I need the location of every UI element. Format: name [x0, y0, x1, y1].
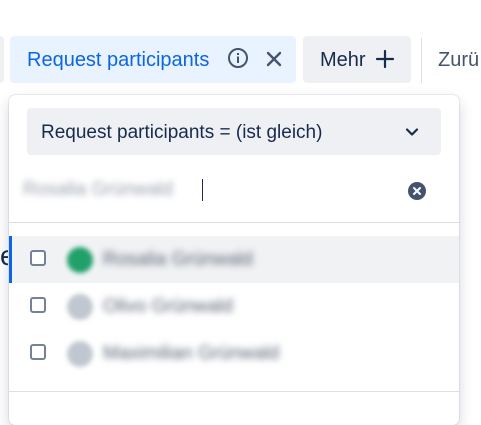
option-checkbox[interactable]	[30, 297, 46, 313]
avatar	[67, 247, 93, 273]
filter-chip-label: Request participants	[27, 49, 210, 71]
previous-filter-chip[interactable]	[0, 36, 4, 83]
operator-select-value: Request participants = (ist gleich)	[41, 122, 323, 143]
list-item[interactable]: Rosalia Grünwald	[9, 236, 459, 283]
search-input[interactable]	[23, 173, 393, 207]
option-name: Maximilian Grünwald	[103, 343, 280, 364]
info-icon[interactable]	[227, 47, 249, 69]
clear-search-icon[interactable]	[407, 181, 427, 201]
option-name: Rosalia Grünwald	[103, 249, 253, 270]
option-name: Olivo Grünwald	[103, 296, 233, 317]
toolbar-divider	[421, 38, 422, 83]
selection-indicator	[9, 236, 12, 283]
avatar	[67, 294, 93, 320]
plus-icon	[375, 49, 395, 69]
operator-select[interactable]: Request participants = (ist gleich)	[27, 108, 441, 155]
filter-dropdown-panel: Request participants = (ist gleich) Rosa…	[9, 95, 459, 425]
panel-divider	[9, 222, 459, 223]
more-filters-button[interactable]: Mehr	[303, 36, 411, 83]
option-checkbox[interactable]	[30, 250, 46, 266]
option-checkbox[interactable]	[30, 344, 46, 360]
request-participants-filter-chip[interactable]: Request participants	[10, 36, 296, 83]
more-filters-label: Mehr	[320, 49, 366, 71]
panel-footer-divider	[9, 391, 459, 392]
avatar	[67, 341, 93, 367]
background-page-text: e	[0, 240, 8, 271]
close-icon[interactable]	[266, 51, 282, 67]
reset-button[interactable]: Zurü	[438, 49, 479, 72]
list-item[interactable]: Maximilian Grünwald	[9, 330, 459, 377]
list-item[interactable]: Olivo Grünwald	[9, 283, 459, 330]
search-row	[23, 169, 443, 213]
text-caret	[202, 179, 203, 201]
chevron-down-icon	[405, 128, 419, 136]
